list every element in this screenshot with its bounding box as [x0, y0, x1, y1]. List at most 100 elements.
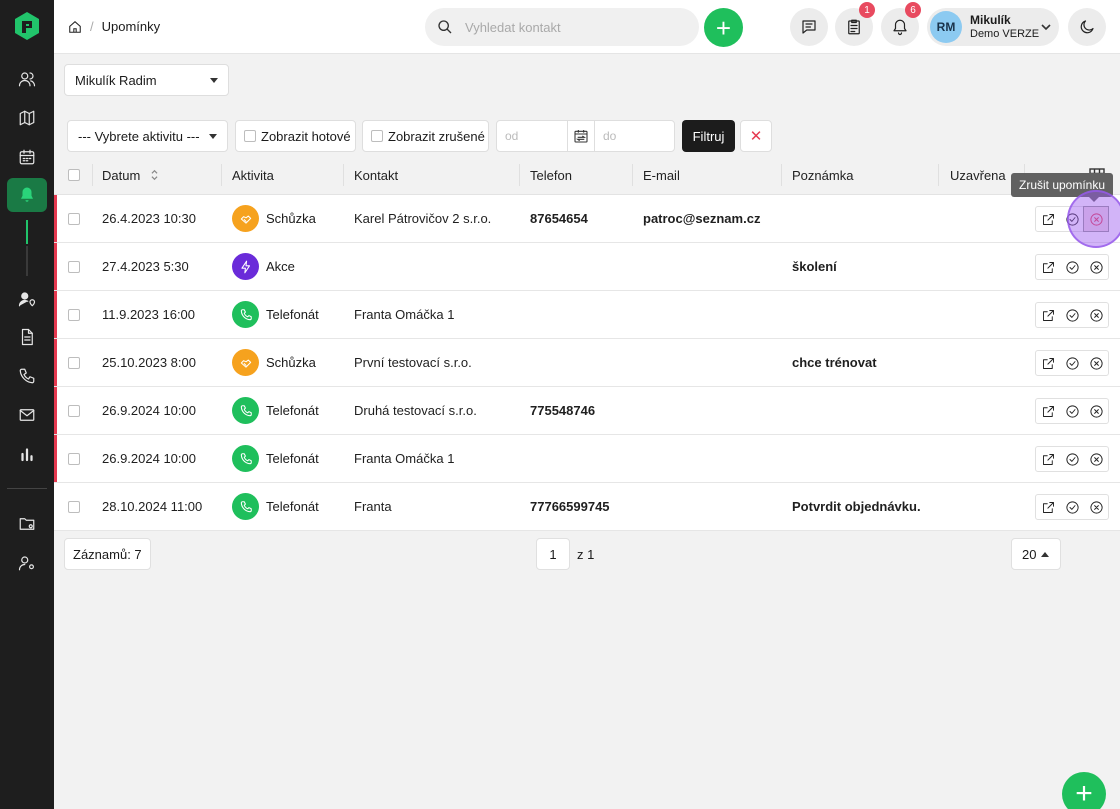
complete-check-icon[interactable]	[1060, 447, 1084, 471]
complete-check-icon[interactable]	[1060, 303, 1084, 327]
theme-toggle-button[interactable]	[1068, 8, 1106, 46]
breadcrumb-separator: /	[90, 19, 94, 34]
cancel-reminder-icon[interactable]	[1084, 303, 1108, 327]
table-row[interactable]: 28.10.2024 11:00 Franta 77766599745 Potvrdi…	[54, 483, 1120, 531]
per-page-value: 20	[1022, 546, 1037, 562]
row-actions	[1035, 398, 1109, 424]
row-actions	[1035, 494, 1109, 520]
complete-check-icon[interactable]	[1060, 207, 1084, 231]
folder-settings-icon[interactable]	[11, 509, 43, 539]
cell-telefon: 775548746	[530, 403, 596, 418]
row-checkbox[interactable]	[68, 357, 80, 369]
select-all-checkbox[interactable]	[68, 169, 80, 181]
open-external-icon[interactable]	[1036, 303, 1060, 327]
table-row[interactable]: 26.9.2024 10:00 Druhá testovací s.r.o. 775…	[54, 387, 1120, 435]
document-icon[interactable]	[11, 322, 43, 352]
col-email[interactable]: E-mail	[643, 168, 680, 183]
table-row[interactable]: 26.9.2024 10:00 Franta Omáčka 1 Telefonát	[54, 435, 1120, 483]
add-reminder-fab[interactable]: +	[1062, 772, 1106, 809]
messages-button[interactable]	[790, 8, 828, 46]
clipboard-icon	[848, 19, 860, 35]
cancel-reminder-icon[interactable]	[1083, 206, 1109, 232]
tasks-badge: 1	[859, 2, 875, 18]
open-external-icon[interactable]	[1036, 399, 1060, 423]
show-done-toggle[interactable]: Zobrazit hotové	[235, 120, 356, 152]
sort-icon[interactable]	[150, 169, 159, 181]
complete-check-icon[interactable]	[1060, 495, 1084, 519]
bell-icon	[893, 19, 907, 36]
reminders-bell-icon[interactable]	[7, 178, 47, 212]
date-to-input[interactable]	[595, 129, 665, 143]
app-logo-icon[interactable]	[13, 11, 41, 41]
row-checkbox[interactable]	[68, 261, 80, 273]
col-poznamka[interactable]: Poznámka	[792, 168, 853, 183]
per-page-select[interactable]: 20	[1011, 538, 1061, 570]
notifications-button[interactable]: 6	[881, 2, 921, 46]
plus-icon: +	[1075, 777, 1093, 809]
cancel-reminder-icon[interactable]	[1084, 447, 1108, 471]
pagination: 1 z 1	[536, 538, 594, 570]
cancel-reminder-icon[interactable]	[1084, 255, 1108, 279]
date-from-input[interactable]	[497, 129, 567, 143]
add-contact-button[interactable]: +	[704, 8, 743, 47]
sidebar-divider	[7, 488, 47, 489]
clear-filter-button[interactable]: ✕	[740, 120, 772, 152]
home-icon[interactable]	[68, 20, 82, 34]
contacts-icon[interactable]	[11, 64, 43, 94]
phone-icon[interactable]	[11, 361, 43, 391]
complete-check-icon[interactable]	[1060, 399, 1084, 423]
table-row[interactable]: 11.9.2023 16:00 Franta Omáčka 1 Telefonát	[54, 291, 1120, 339]
table-row[interactable]: 26.4.2023 10:30 Karel Pátrovičov 2 s.r.o.…	[54, 195, 1120, 243]
cancel-reminder-icon[interactable]	[1084, 399, 1108, 423]
show-done-label: Zobrazit hotové	[261, 128, 351, 144]
col-kontakt[interactable]: Kontakt	[354, 168, 398, 183]
mail-icon[interactable]	[11, 400, 43, 430]
map-icon[interactable]	[11, 103, 43, 133]
tasks-button[interactable]: 1	[835, 2, 875, 46]
search-input[interactable]	[465, 19, 665, 35]
phone-icon	[232, 397, 259, 424]
open-external-icon[interactable]	[1036, 351, 1060, 375]
activity-select[interactable]: --- Vybrete aktivitu ---	[67, 120, 228, 152]
col-telefon[interactable]: Telefon	[530, 168, 572, 183]
page-number-input[interactable]: 1	[536, 538, 570, 570]
row-checkbox[interactable]	[68, 453, 80, 465]
complete-check-icon[interactable]	[1060, 255, 1084, 279]
table-row[interactable]: 25.10.2023 8:00 První testovací s.r.o. chc…	[54, 339, 1120, 387]
show-cancelled-toggle[interactable]: Zobrazit zrušené	[362, 120, 489, 152]
col-aktivita[interactable]: Aktivita	[232, 168, 274, 183]
search-box[interactable]	[425, 8, 699, 46]
table-row[interactable]: 27.4.2023 5:30 školení Akce	[54, 243, 1120, 291]
cell-aktivita: Schůzka	[266, 211, 316, 226]
row-checkbox[interactable]	[68, 501, 80, 513]
cancel-reminder-icon[interactable]	[1084, 495, 1108, 519]
filter-button[interactable]: Filtruj	[682, 120, 735, 152]
open-external-icon[interactable]	[1036, 255, 1060, 279]
complete-check-icon[interactable]	[1060, 351, 1084, 375]
stats-icon[interactable]	[11, 439, 43, 469]
date-range-button[interactable]	[567, 121, 595, 151]
user-settings-icon[interactable]	[11, 548, 43, 578]
user-menu[interactable]: RM Mikulík Demo VERZE	[927, 8, 1059, 46]
cell-kontakt: Franta	[354, 499, 392, 514]
row-checkbox[interactable]	[68, 213, 80, 225]
column-separator	[92, 164, 93, 186]
avatar: RM	[930, 11, 962, 43]
col-datum[interactable]: Datum	[102, 168, 159, 183]
open-external-icon[interactable]	[1036, 207, 1060, 231]
row-actions	[1035, 254, 1109, 280]
column-separator	[221, 164, 222, 186]
cancel-reminder-icon[interactable]	[1084, 351, 1108, 375]
calendar-icon[interactable]	[11, 142, 43, 172]
user-pin-icon[interactable]	[11, 284, 43, 314]
cell-poznamka: školení	[792, 259, 837, 274]
row-checkbox[interactable]	[68, 309, 80, 321]
open-external-icon[interactable]	[1036, 447, 1060, 471]
person-select[interactable]: Mikulík Radim	[64, 64, 229, 96]
col-uzavrena[interactable]: Uzavřena	[950, 168, 1006, 183]
cell-telefon: 77766599745	[530, 499, 610, 514]
show-cancelled-checkbox[interactable]	[371, 130, 383, 142]
open-external-icon[interactable]	[1036, 495, 1060, 519]
row-checkbox[interactable]	[68, 405, 80, 417]
show-done-checkbox[interactable]	[244, 130, 256, 142]
